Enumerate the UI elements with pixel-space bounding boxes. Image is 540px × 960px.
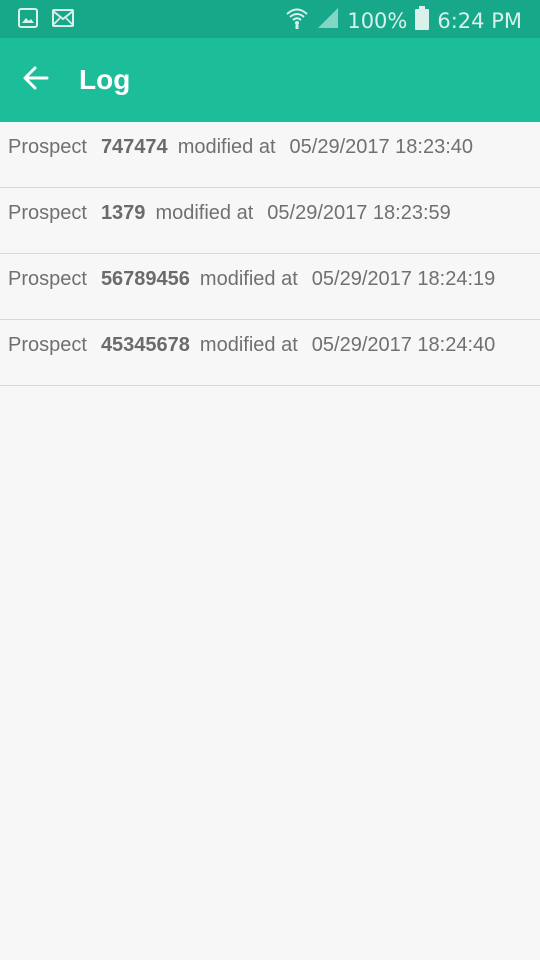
entry-middle: modified at xyxy=(177,136,276,158)
image-icon xyxy=(18,8,38,33)
status-time: 6:24 PM xyxy=(437,9,522,33)
status-bar-left-icons xyxy=(18,8,74,33)
entry-prefix: Prospect xyxy=(8,136,87,158)
app-bar: Log xyxy=(0,38,540,122)
battery-icon xyxy=(415,6,430,36)
entry-prefix: Prospect xyxy=(8,202,87,224)
signal-icon xyxy=(317,7,339,35)
entry-timestamp: 05/29/2017 18:23:59 xyxy=(267,202,451,224)
mail-icon xyxy=(52,9,74,32)
entry-id: 747474 xyxy=(100,136,168,158)
page-title: Log xyxy=(79,64,131,95)
entry-id: 1379 xyxy=(100,202,146,224)
entry-timestamp: 05/29/2017 18:23:40 xyxy=(289,136,474,158)
entry-middle: modified at xyxy=(199,268,298,290)
entry-id: 56789456 xyxy=(100,268,190,290)
list-item[interactable]: Prospect 56789456 modified at 05/29/2017… xyxy=(0,254,540,320)
entry-timestamp: 05/29/2017 18:24:40 xyxy=(311,334,496,356)
wifi-icon xyxy=(285,6,309,36)
entry-prefix: Prospect xyxy=(8,334,87,356)
status-bar-right: 100% 6:24 PM xyxy=(285,6,522,36)
list-item[interactable]: Prospect 45345678 modified at 05/29/2017… xyxy=(0,320,540,386)
entry-id: 45345678 xyxy=(100,334,190,356)
list-item[interactable]: Prospect 747474 modified at 05/29/2017 1… xyxy=(0,122,540,188)
battery-text: 100% xyxy=(347,9,408,33)
entry-timestamp: 05/29/2017 18:24:19 xyxy=(311,268,496,290)
list-item[interactable]: Prospect 1379 modified at 05/29/2017 18:… xyxy=(0,188,540,254)
log-list: Prospect 747474 modified at 05/29/2017 1… xyxy=(0,122,540,386)
entry-middle: modified at xyxy=(199,334,298,356)
status-bar: 100% 6:24 PM xyxy=(0,0,540,38)
entry-prefix: Prospect xyxy=(8,268,87,290)
back-arrow-icon[interactable] xyxy=(22,64,50,92)
entry-middle: modified at xyxy=(155,202,254,224)
